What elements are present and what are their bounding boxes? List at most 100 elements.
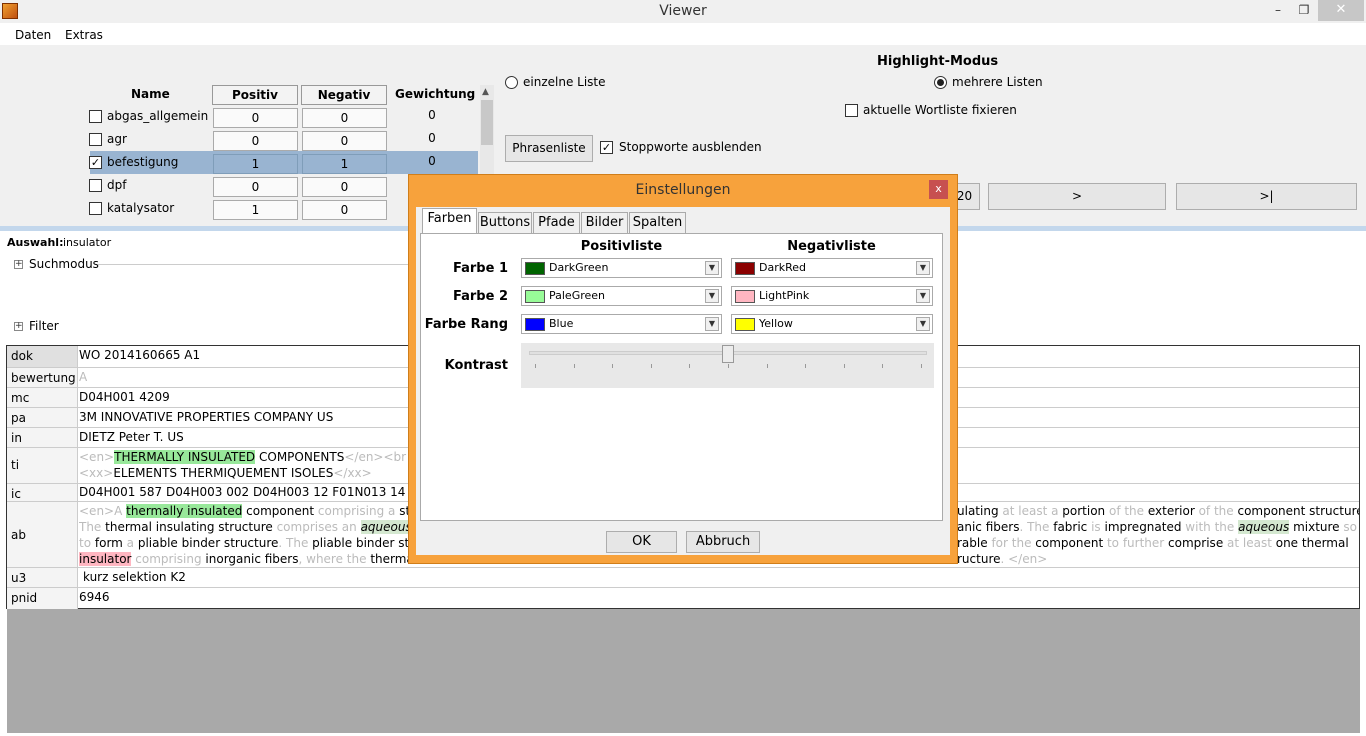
suchmodus-expand-icon[interactable]: + bbox=[14, 260, 23, 269]
chevron-down-icon[interactable]: ▼ bbox=[705, 261, 719, 275]
phrasenliste-button[interactable]: Phrasenliste bbox=[505, 135, 593, 162]
stoppworte-checkbox[interactable]: ✓ bbox=[600, 141, 613, 154]
ab-text: at least a bbox=[1002, 504, 1063, 518]
row-key: ab bbox=[7, 502, 78, 567]
row-checkbox-katalysator[interactable] bbox=[89, 202, 102, 215]
ab-text: of the bbox=[1105, 504, 1148, 518]
kontrast-slider-thumb[interactable] bbox=[722, 345, 734, 363]
row-key: bewertung bbox=[7, 368, 78, 387]
tab-spalten[interactable]: Spalten bbox=[629, 212, 686, 233]
mc-value-1: D04H001 bbox=[79, 390, 136, 404]
menu-daten[interactable]: Daten bbox=[15, 28, 51, 42]
tab-buttons[interactable]: Buttons bbox=[478, 212, 532, 233]
row-checkbox-agr[interactable] bbox=[89, 133, 102, 146]
radio-mehrere-listen[interactable] bbox=[934, 76, 947, 89]
ab-highlight-aqueous-2: aqueous bbox=[1238, 520, 1290, 534]
chevron-down-icon[interactable]: ▼ bbox=[916, 317, 930, 331]
ab-text: with the bbox=[1181, 520, 1239, 534]
row-value[interactable]: 6946 bbox=[79, 588, 1359, 604]
ab-text: . </en> bbox=[1000, 552, 1048, 566]
combo-value: DarkGreen bbox=[549, 261, 609, 274]
ab-text: rable bbox=[957, 536, 988, 550]
negativ-header[interactable]: Negativ bbox=[301, 85, 387, 105]
close-window-button[interactable]: ✕ bbox=[1318, 0, 1364, 21]
ab-highlight-1: thermally insulated bbox=[126, 504, 243, 518]
ab-line-4-right[interactable]: ructure. </en> bbox=[957, 552, 1359, 566]
farbe-2-positiv-select[interactable]: PaleGreen ▼ bbox=[521, 286, 722, 306]
wordlist-scroll-thumb[interactable] bbox=[481, 100, 493, 145]
chevron-down-icon[interactable]: ▼ bbox=[705, 289, 719, 303]
row-label-abgas: abgas_allgemein bbox=[107, 109, 209, 123]
chevron-down-icon[interactable]: ▼ bbox=[916, 289, 930, 303]
filter-expand-icon[interactable]: + bbox=[14, 322, 23, 331]
row-checkbox-abgas[interactable] bbox=[89, 110, 102, 123]
farbe-rang-negativ-select[interactable]: Yellow ▼ bbox=[731, 314, 933, 334]
row-checkbox-befestigung[interactable]: ✓ bbox=[89, 156, 102, 169]
row-value[interactable]: kurz selektion K2 bbox=[79, 568, 1359, 584]
negativ-field-agr[interactable]: 0 bbox=[302, 131, 387, 151]
negativ-field-abgas[interactable]: 0 bbox=[302, 108, 387, 128]
nav-next-button[interactable]: > bbox=[988, 183, 1166, 210]
menu-extras[interactable]: Extras bbox=[65, 28, 103, 42]
ab-line-1-right[interactable]: ulating at least a portion of the exteri… bbox=[957, 504, 1359, 518]
positiv-field-dpf[interactable]: 0 bbox=[213, 177, 298, 197]
ab-line-3-right[interactable]: rable for the component to further compr… bbox=[957, 536, 1359, 550]
positiv-field-abgas[interactable]: 0 bbox=[213, 108, 298, 128]
nav-last-button[interactable]: >| bbox=[1176, 183, 1357, 210]
ti-xx-open: <xx> bbox=[79, 466, 114, 480]
ok-button[interactable]: OK bbox=[606, 531, 677, 553]
ab-text: portion bbox=[1062, 504, 1106, 518]
suchmodus-label[interactable]: Suchmodus bbox=[29, 257, 99, 271]
ab-line-2-right[interactable]: anic fibers. The fabric is impregnated w… bbox=[957, 520, 1359, 534]
tab-farben[interactable]: Farben bbox=[422, 208, 477, 234]
combo-value: Blue bbox=[549, 317, 574, 330]
dialog-close-button[interactable]: x bbox=[929, 180, 948, 199]
tab-bilder[interactable]: Bilder bbox=[581, 212, 628, 233]
ab-text: . The bbox=[1019, 520, 1054, 534]
window-title: Viewer bbox=[659, 3, 707, 19]
slider-tick bbox=[843, 364, 845, 368]
fix-wortliste-label: aktuelle Wortliste fixieren bbox=[863, 103, 1017, 117]
gewichtung-abgas: 0 bbox=[428, 108, 436, 122]
farbe-2-negativ-select[interactable]: LightPink ▼ bbox=[731, 286, 933, 306]
combo-value: DarkRed bbox=[759, 261, 807, 274]
name-header: Name bbox=[131, 87, 170, 101]
ab-text: form bbox=[94, 536, 123, 550]
positiv-field-agr[interactable]: 0 bbox=[213, 131, 298, 151]
fix-wortliste-checkbox[interactable] bbox=[845, 104, 858, 117]
ab-text: comprise bbox=[1168, 536, 1224, 550]
farbe-rang-positiv-select[interactable]: Blue ▼ bbox=[521, 314, 722, 334]
farbe-1-positiv-select[interactable]: DarkGreen ▼ bbox=[521, 258, 722, 278]
negativ-field-dpf[interactable]: 0 bbox=[302, 177, 387, 197]
color-swatch bbox=[525, 290, 545, 303]
scroll-up-icon[interactable]: ▲ bbox=[482, 87, 489, 97]
row-key: pa bbox=[7, 408, 78, 427]
radio-mehrere-listen-label: mehrere Listen bbox=[952, 75, 1043, 89]
in-value-2: Peter T. bbox=[118, 430, 164, 444]
row-checkbox-dpf[interactable] bbox=[89, 179, 102, 192]
row-label-agr: agr bbox=[107, 132, 127, 146]
color-swatch bbox=[735, 290, 755, 303]
negativ-field-befestigung[interactable]: 1 bbox=[302, 154, 387, 174]
negativ-field-katalysator[interactable]: 0 bbox=[302, 200, 387, 220]
ti-xx-text: ELEMENTS THERMIQUEMENT ISOLES bbox=[113, 466, 334, 480]
ab-highlight-aqueous: aqueous bbox=[360, 520, 412, 534]
chevron-down-icon[interactable]: ▼ bbox=[916, 261, 930, 275]
chevron-down-icon[interactable]: ▼ bbox=[705, 317, 719, 331]
pa-value-1: 3M INNOVATIVE PROPERTIES COMPANY bbox=[79, 410, 314, 424]
abbruch-button[interactable]: Abbruch bbox=[686, 531, 760, 553]
tab-pfade[interactable]: Pfade bbox=[533, 212, 580, 233]
slider-tick bbox=[882, 364, 884, 368]
color-swatch bbox=[525, 318, 545, 331]
radio-einzelne-liste[interactable] bbox=[505, 76, 518, 89]
positiv-header[interactable]: Positiv bbox=[212, 85, 298, 105]
positiv-field-katalysator[interactable]: 1 bbox=[213, 200, 298, 220]
farbe-1-label: Farbe 1 bbox=[453, 261, 508, 276]
restore-button[interactable]: ❐ bbox=[1289, 0, 1319, 21]
filter-label[interactable]: Filter bbox=[29, 319, 59, 333]
combo-value: LightPink bbox=[759, 289, 810, 302]
positiv-field-befestigung[interactable]: 1 bbox=[213, 154, 298, 174]
kontrast-label: Kontrast bbox=[444, 358, 508, 373]
row-key: ti bbox=[7, 448, 78, 483]
farbe-1-negativ-select[interactable]: DarkRed ▼ bbox=[731, 258, 933, 278]
